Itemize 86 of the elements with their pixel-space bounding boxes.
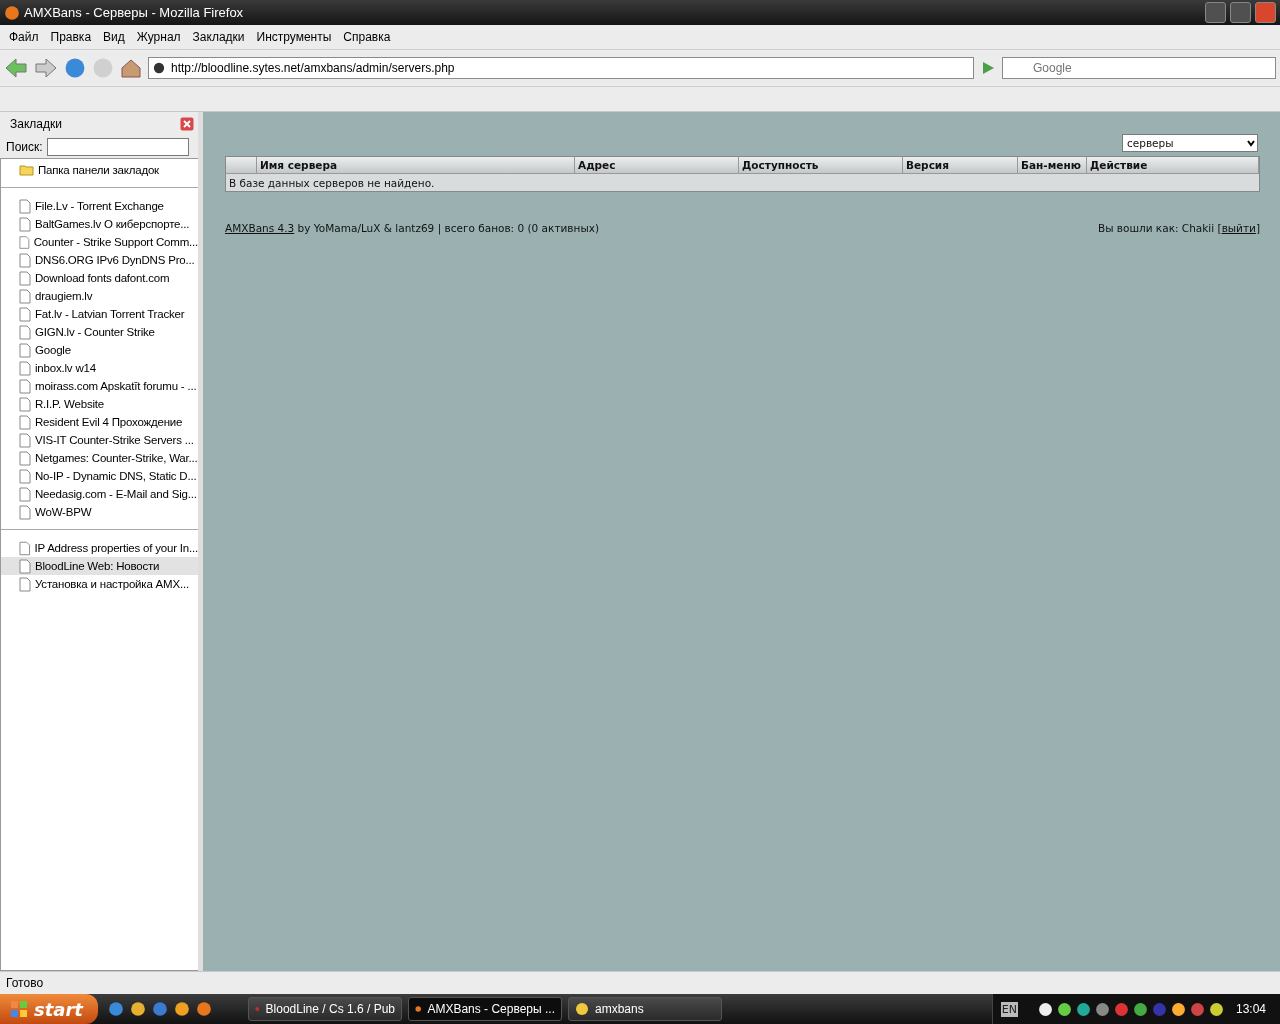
version-link[interactable]: AMXBans 4.3 <box>225 222 295 234</box>
windows-logo-icon <box>10 1000 28 1018</box>
taskbar-button[interactable]: amxbans <box>568 997 722 1021</box>
page-icon <box>19 342 31 358</box>
home-icon[interactable] <box>120 57 142 79</box>
column-header: Адрес <box>575 157 739 173</box>
bookmark-item[interactable]: Needasig.com - E-Mail and Sig... <box>1 485 198 503</box>
taskbar-button[interactable]: BloodLine / Cs 1.6 / Pub <box>248 997 402 1021</box>
page-icon <box>19 288 31 304</box>
page-icon <box>19 414 31 430</box>
page-icon <box>19 450 31 466</box>
page-icon <box>19 576 31 592</box>
page-icon <box>19 558 31 574</box>
clock: 13:04 <box>1235 1002 1266 1016</box>
credits-text: AMXBans 4.3 by YoMama/LuX & lantz69 | всего банов: 0 (0 активных) <box>225 222 599 234</box>
column-header: Действие <box>1087 157 1259 173</box>
page-icon <box>19 360 31 376</box>
column-header: Доступность <box>739 157 903 173</box>
bookmark-item[interactable]: Fat.lv - Latvian Torrent Tracker <box>1 305 198 323</box>
bookmark-item[interactable]: Папка панели закладок <box>1 161 198 179</box>
page-icon <box>19 468 31 484</box>
menu-item[interactable]: Файл <box>3 28 45 46</box>
status-text: Готово <box>6 976 44 990</box>
login-text: Вы вошли как: Chakii [выйти] <box>1097 222 1260 234</box>
menu-item[interactable]: Инструменты <box>250 28 338 46</box>
taskbar-button[interactable]: AMXBans - Серверы ... <box>408 997 562 1021</box>
bookmark-item[interactable]: Netgames: Counter-Strike, War... <box>1 449 198 467</box>
bookmark-item[interactable]: Download fonts dafont.com <box>1 269 198 287</box>
page-icon <box>19 270 31 286</box>
page-icon <box>19 396 31 412</box>
bookmark-item[interactable]: BaltGames.lv О киберспорте... <box>1 215 198 233</box>
bookmark-item[interactable]: Установка и настройка AMX... <box>1 575 198 593</box>
address-field[interactable]: http://bloodline.sytes.net/amxbans/admin/servers.php <box>171 61 969 75</box>
bookmark-item[interactable]: inbox.lv w14 <box>1 359 198 377</box>
start-button[interactable]: start <box>0 994 98 1024</box>
bookmark-item[interactable]: moirass.com Apskatīt forumu - ... <box>1 377 198 395</box>
page-icon <box>19 504 31 520</box>
bookmark-item[interactable]: GIGN.lv - Counter Strike <box>1 323 198 341</box>
empty-message: В базе данных серверов не найдено. <box>226 173 1259 191</box>
sidebar-title: Закладки <box>10 117 62 131</box>
bookmark-item[interactable]: IP Address properties of your In... <box>1 539 198 557</box>
column-header: Версия <box>903 157 1018 173</box>
bookmark-item[interactable]: draugiem.lv <box>1 287 198 305</box>
page-icon <box>19 432 31 448</box>
language-indicator[interactable]: EN <box>1000 1001 1018 1017</box>
address-bar[interactable]: http://bloodline.sytes.net/amxbans/admin/servers.php <box>148 57 974 79</box>
close-button[interactable] <box>1255 2 1276 23</box>
logout-link[interactable]: выйти <box>1221 222 1256 234</box>
minimize-button[interactable] <box>1205 2 1226 23</box>
bookmark-item[interactable]: DNS6.ORG IPv6 DynDNS Pro... <box>1 251 198 269</box>
page-icon <box>19 378 31 394</box>
page-icon <box>19 540 31 556</box>
column-header: Бан-меню <box>1018 157 1087 173</box>
page-icon <box>19 216 31 232</box>
menu-item[interactable]: Закладки <box>186 28 251 46</box>
search-field[interactable] <box>46 138 189 156</box>
go-icon[interactable] <box>980 60 996 76</box>
search-label: Поиск: <box>6 140 43 154</box>
page-icon <box>19 324 31 340</box>
bookmark-item[interactable]: BloodLine Web: Новости <box>1 557 198 575</box>
bookmark-item[interactable]: File.Lv - Torrent Exchange <box>1 197 198 215</box>
page-icon <box>19 234 30 250</box>
page-icon <box>19 198 31 214</box>
menu-item[interactable]: Справка <box>337 28 397 46</box>
bookmark-item[interactable]: R.I.P. Website <box>1 395 198 413</box>
maximize-button[interactable] <box>1230 2 1251 23</box>
section-select[interactable]: серверы <box>1122 134 1258 152</box>
page-icon <box>19 306 31 322</box>
page-icon <box>19 486 31 502</box>
forward-icon[interactable] <box>34 57 58 79</box>
bookmark-item[interactable]: WoW-BPW <box>1 503 198 521</box>
window-title: AMXBans - Серверы - Mozilla Firefox <box>24 5 245 20</box>
close-icon[interactable] <box>180 117 194 131</box>
menu-item[interactable]: Вид <box>97 28 131 46</box>
bookmark-item[interactable]: Counter - Strike Support Comm... <box>1 233 198 251</box>
column-header <box>226 157 257 173</box>
menu-item[interactable]: Журнал <box>130 28 187 46</box>
bookmark-item[interactable]: Google <box>1 341 198 359</box>
back-icon[interactable] <box>4 57 28 79</box>
folder-icon <box>19 164 34 176</box>
bookmark-item[interactable]: Resident Evil 4 Прохождение <box>1 413 198 431</box>
page-icon <box>19 252 31 268</box>
bookmark-item[interactable]: No-IP - Dynamic DNS, Static D... <box>1 467 198 485</box>
column-header: Имя сервера <box>257 157 575 173</box>
bookmark-item[interactable]: VIS-IT Counter-Strike Servers ... <box>1 431 198 449</box>
menu-item[interactable]: Правка <box>44 28 98 46</box>
